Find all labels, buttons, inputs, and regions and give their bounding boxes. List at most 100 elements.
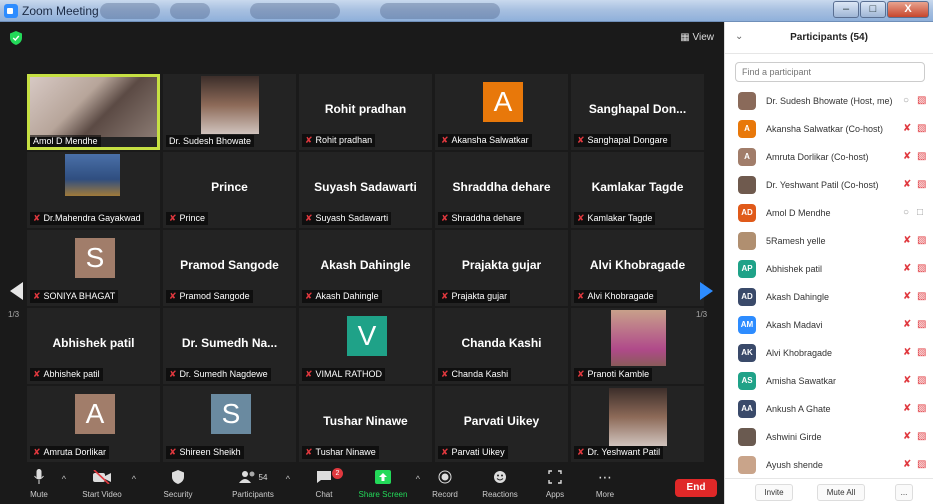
video-tile[interactable]: Shraddha dehare ✘ Shraddha dehare bbox=[435, 152, 568, 228]
video-off-icon: ▧ bbox=[917, 347, 927, 358]
start-video-button[interactable]: ^ Start Video bbox=[80, 466, 136, 504]
participant-name: Akash Dahingle bbox=[315, 291, 379, 301]
next-page-arrow[interactable]: 1/3 bbox=[696, 260, 714, 336]
list-item[interactable]: Ayush shende ✘ ▧ bbox=[725, 451, 933, 479]
invite-button[interactable]: Invite bbox=[755, 484, 793, 501]
participant-display-name: Tushar Ninawe bbox=[323, 414, 408, 428]
video-tile[interactable]: ✘ Pranoti Kamble bbox=[571, 308, 704, 384]
video-tile[interactable]: Alvi Khobragade ✘ Alvi Khobragade bbox=[571, 230, 704, 306]
chat-button[interactable]: 2 Chat bbox=[308, 466, 343, 504]
participants-button[interactable]: 54 ^ Participants bbox=[228, 466, 290, 504]
muted-mic-icon: ✘ bbox=[441, 291, 449, 301]
video-tile[interactable]: Abhishek patil ✘ Abhishek patil bbox=[27, 308, 160, 384]
list-item[interactable]: AD Amol D Mendhe ○ □ bbox=[725, 199, 933, 227]
participant-name: Amruta Dorlikar (Co-host) bbox=[766, 152, 869, 162]
muted-mic-icon: ✘ bbox=[903, 375, 912, 386]
list-item[interactable]: 5Ramesh yelle ✘ ▧ bbox=[725, 227, 933, 255]
video-tile[interactable]: S ✘ Shireen Sheikh bbox=[163, 386, 296, 462]
muted-mic-icon: ✘ bbox=[441, 369, 449, 379]
video-off-icon bbox=[93, 470, 111, 484]
end-meeting-button[interactable]: End bbox=[675, 479, 717, 497]
muted-mic-icon: ✘ bbox=[169, 447, 177, 457]
chevron-up-icon[interactable]: ^ bbox=[132, 474, 136, 484]
apps-button[interactable]: Apps bbox=[540, 466, 570, 504]
avatar: AP bbox=[738, 260, 756, 278]
mute-all-button[interactable]: Mute All bbox=[817, 484, 865, 501]
participant-name: Prince bbox=[179, 213, 206, 223]
chat-icon bbox=[317, 471, 331, 483]
video-tile[interactable]: Suyash Sadawarti ✘ Suyash Sadawarti bbox=[299, 152, 432, 228]
video-tile[interactable]: Tushar Ninawe ✘ Tushar Ninawe bbox=[299, 386, 432, 462]
video-tile[interactable]: A ✘ Amruta Dorlikar bbox=[27, 386, 160, 462]
close-button[interactable]: X bbox=[887, 1, 929, 18]
avatar bbox=[738, 232, 756, 250]
shield-icon[interactable] bbox=[10, 31, 22, 45]
chevron-up-icon[interactable]: ^ bbox=[286, 474, 290, 484]
video-tile[interactable]: Akash Dahingle ✘ Akash Dahingle bbox=[299, 230, 432, 306]
more-options-button[interactable]: ... bbox=[895, 484, 913, 501]
video-tile[interactable]: Parvati Uikey ✘ Parvati Uikey bbox=[435, 386, 568, 462]
video-tile[interactable]: Prince ✘ Prince bbox=[163, 152, 296, 228]
list-item[interactable]: AA Ankush A Ghate ✘ ▧ bbox=[725, 395, 933, 423]
chevron-up-icon[interactable]: ^ bbox=[62, 474, 66, 484]
participant-name: Ayush shende bbox=[766, 460, 823, 470]
avatar: AD bbox=[738, 288, 756, 306]
record-button[interactable]: Record bbox=[430, 466, 460, 504]
list-item[interactable]: A Akansha Salwatkar (Co-host) ✘ ▧ bbox=[725, 115, 933, 143]
video-tile[interactable]: Prajakta gujar ✘ Prajakta gujar bbox=[435, 230, 568, 306]
list-item[interactable]: Ashwini Girde ✘ ▧ bbox=[725, 423, 933, 451]
muted-mic-icon: ✘ bbox=[441, 213, 449, 223]
panel-footer: Invite Mute All ... bbox=[725, 478, 933, 504]
participant-name: Sanghapal Dongare bbox=[587, 135, 668, 145]
video-tile[interactable]: Chanda Kashi ✘ Chanda Kashi bbox=[435, 308, 568, 384]
maximize-button[interactable]: □ bbox=[860, 1, 886, 18]
list-item[interactable]: Dr. Sudesh Bhowate (Host, me) ○ ▧ bbox=[725, 87, 933, 115]
meeting-area: ▦ View Amol D Mendhe Dr. Sudesh Bhowate Ro… bbox=[0, 22, 724, 504]
video-tile[interactable]: Pramod Sangode ✘ Pramod Sangode bbox=[163, 230, 296, 306]
muted-mic-icon: ✘ bbox=[903, 459, 912, 470]
minimize-button[interactable]: – bbox=[833, 1, 859, 18]
previous-page-arrow[interactable]: 1/3 bbox=[8, 260, 26, 336]
video-tile[interactable]: A ✘ Akansha Salwatkar bbox=[435, 74, 568, 150]
security-button[interactable]: Security bbox=[160, 466, 196, 504]
more-button[interactable]: ⋯ More bbox=[590, 466, 620, 504]
video-tile[interactable]: Amol D Mendhe bbox=[27, 74, 160, 150]
video-tile[interactable]: Rohit pradhan ✘ Rohit pradhan bbox=[299, 74, 432, 150]
list-item[interactable]: AP Abhishek patil ✘ ▧ bbox=[725, 255, 933, 283]
participant-name: Shraddha dehare bbox=[451, 213, 522, 223]
participant-name: Parvati Uikey bbox=[451, 447, 505, 457]
list-item[interactable]: Dr. Yeshwant Patil (Co-host) ✘ ▧ bbox=[725, 171, 933, 199]
video-tile[interactable]: V ✘ VIMAL RATHOD bbox=[299, 308, 432, 384]
video-tile[interactable]: ✘ Dr.Mahendra Gayakwad bbox=[27, 152, 160, 228]
grid-view-icon: ▦ bbox=[680, 32, 690, 43]
video-tile[interactable]: Dr. Sudesh Bhowate bbox=[163, 74, 296, 150]
video-off-icon: ▧ bbox=[917, 403, 927, 414]
participant-label: Amol D Mendhe bbox=[30, 135, 101, 147]
search-input[interactable] bbox=[735, 62, 925, 82]
list-item[interactable]: AD Akash Dahingle ✘ ▧ bbox=[725, 283, 933, 311]
shield-icon bbox=[172, 470, 184, 484]
video-tile[interactable]: ✘ Dr. Yeshwant Patil bbox=[571, 386, 704, 462]
participant-label: ✘ Rohit pradhan bbox=[302, 134, 376, 147]
muted-mic-icon: ✘ bbox=[305, 447, 313, 457]
chevron-up-icon[interactable]: ^ bbox=[416, 474, 420, 484]
participant-name: Amol D Mendhe bbox=[766, 208, 831, 218]
page-indicator: 1/3 bbox=[8, 310, 20, 319]
video-tile[interactable]: S ✘ SONIYA BHAGAT bbox=[27, 230, 160, 306]
list-item[interactable]: AS Amisha Sawatkar ✘ ▧ bbox=[725, 367, 933, 395]
participant-display-name: Pramod Sangode bbox=[180, 258, 279, 272]
reactions-button[interactable]: Reactions bbox=[480, 466, 520, 504]
participant-name: Dr.Mahendra Gayakwad bbox=[43, 213, 141, 223]
list-item[interactable]: A Amruta Dorlikar (Co-host) ✘ ▧ bbox=[725, 143, 933, 171]
participant-display-name: Prince bbox=[211, 180, 248, 194]
video-tile[interactable]: Sanghapal Don... ✘ Sanghapal Dongare bbox=[571, 74, 704, 150]
video-tile[interactable]: Dr. Sumedh Na... ✘ Dr. Sumedh Nagdewe bbox=[163, 308, 296, 384]
share-screen-button[interactable]: ^ Share Screen bbox=[358, 466, 420, 504]
mute-button[interactable]: ^ Mute bbox=[24, 466, 66, 504]
video-tile[interactable]: Kamlakar Tagde ✘ Kamlakar Tagde bbox=[571, 152, 704, 228]
list-item[interactable]: AK Alvi Khobragade ✘ ▧ bbox=[725, 339, 933, 367]
list-item[interactable]: AM Akash Madavi ✘ ▧ bbox=[725, 311, 933, 339]
muted-mic-icon: ✘ bbox=[577, 447, 585, 457]
participant-label: ✘ Akansha Salwatkar bbox=[438, 134, 532, 147]
view-button[interactable]: ▦ View bbox=[680, 32, 714, 43]
